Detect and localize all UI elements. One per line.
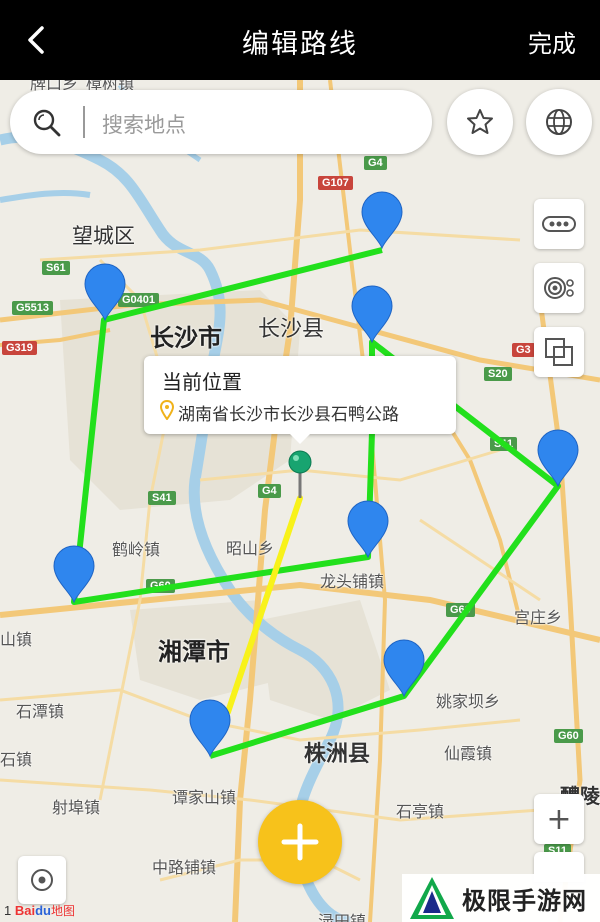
watermark-text: 极限手游网 <box>462 885 587 915</box>
baidu-logo-map: 地图 <box>50 904 75 918</box>
location-pin-icon <box>160 400 174 420</box>
current-location-pin[interactable] <box>288 450 312 474</box>
search-bar[interactable]: 搜索地点 <box>10 90 432 154</box>
waypoint-marker[interactable] <box>347 500 389 559</box>
done-button[interactable]: 完成 <box>528 24 576 59</box>
watermark: 极限手游网 <box>402 874 600 922</box>
add-waypoint-button[interactable] <box>258 800 342 884</box>
search-input[interactable]: 搜索地点 <box>102 109 186 139</box>
baidu-logo-bai: Bai <box>14 903 36 918</box>
watermark-logo-icon <box>410 877 454 919</box>
locate-icon <box>31 869 53 891</box>
panorama-button[interactable] <box>534 263 584 313</box>
locate-button[interactable] <box>18 856 66 904</box>
route-leg-current <box>225 495 303 715</box>
search-divider <box>83 106 85 138</box>
star-icon <box>467 109 493 134</box>
zoom-in-button[interactable]: + <box>534 794 584 844</box>
traffic-icon <box>542 216 576 232</box>
search-icon <box>33 109 61 137</box>
scale-prefix: 1 <box>4 903 12 918</box>
traffic-button[interactable] <box>534 199 584 249</box>
top-bar: 编辑路线 完成 <box>0 0 600 80</box>
favorite-button[interactable] <box>447 89 513 155</box>
globe-icon <box>546 109 572 135</box>
waypoint-marker[interactable] <box>53 545 95 604</box>
callout-address: 湖南省长沙市长沙县石鸭公路 <box>178 405 399 425</box>
waypoint-marker[interactable] <box>84 263 126 322</box>
overlay-button[interactable] <box>534 327 584 377</box>
waypoint-marker[interactable] <box>189 699 231 758</box>
page-title: 编辑路线 <box>242 29 358 60</box>
current-location-pin-highlight <box>293 455 299 461</box>
current-location-callout[interactable]: 当前位置 湖南省长沙市长沙县石鸭公路 <box>144 356 456 444</box>
baidu-logo-du: du <box>35 903 51 918</box>
waypoint-marker[interactable] <box>351 285 393 344</box>
baidu-attribution: 1 Baidu地图 <box>4 902 75 919</box>
panorama-icon <box>544 277 574 299</box>
overlay-icon <box>545 338 573 366</box>
waypoint-marker[interactable] <box>383 639 425 698</box>
waypoint-marker[interactable] <box>361 191 403 250</box>
plus-icon <box>281 823 319 861</box>
callout-title: 当前位置 <box>162 370 242 394</box>
map-layer-button[interactable] <box>526 89 592 155</box>
route-path <box>71 247 561 759</box>
